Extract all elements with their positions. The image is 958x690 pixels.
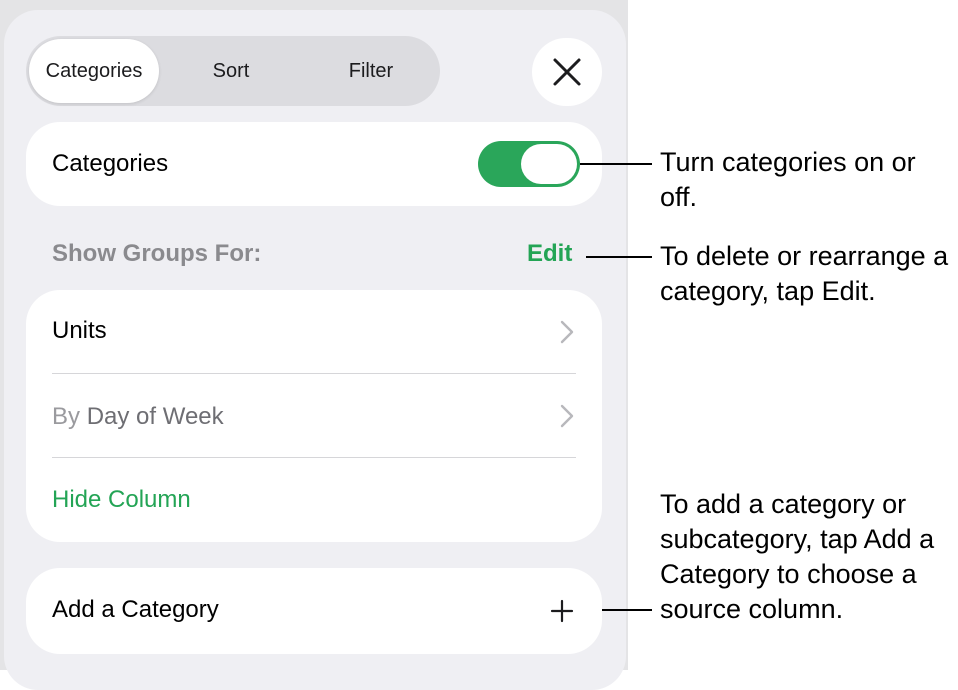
close-button[interactable] (532, 38, 602, 106)
callout-line-edit (586, 256, 652, 258)
units-label: Units (52, 317, 107, 344)
day-of-week-prefix: By (52, 403, 81, 430)
close-icon (553, 58, 581, 86)
callout-add-text: To add a category or subcategory, tap Ad… (660, 489, 935, 624)
callout-line-toggle (580, 163, 652, 165)
callout-toggle-text: Turn categories on or off. (660, 147, 916, 212)
chevron-right-icon (560, 404, 574, 428)
categories-toggle[interactable] (478, 141, 580, 187)
edit-button[interactable]: Edit (527, 240, 572, 268)
tab-filter[interactable]: Filter (306, 39, 436, 103)
divider (52, 457, 576, 458)
chevron-right-icon (560, 320, 574, 344)
hide-column-button[interactable]: Hide Column (52, 486, 191, 514)
categories-label: Categories (52, 150, 169, 177)
plus-icon (550, 599, 574, 623)
list-item-day-of-week[interactable]: By Day of Week (26, 374, 602, 458)
day-of-week-label: Day of Week (86, 403, 224, 430)
callout-edit-text: To delete or rearrange a category, tap E… (660, 241, 949, 306)
list-item-units[interactable]: Units (26, 290, 602, 374)
toggle-knob (521, 144, 577, 184)
add-category-button[interactable]: Add a Category (26, 568, 602, 654)
callout-line-add (602, 609, 652, 611)
segmented-control: Categories Sort Filter (26, 36, 440, 106)
section-title: Show Groups For: (52, 240, 262, 267)
day-of-week-row-text: By Day of Week (52, 403, 224, 431)
add-category-label: Add a Category (52, 596, 219, 623)
tab-categories[interactable]: Categories (29, 39, 159, 103)
tab-sort[interactable]: Sort (166, 39, 296, 103)
